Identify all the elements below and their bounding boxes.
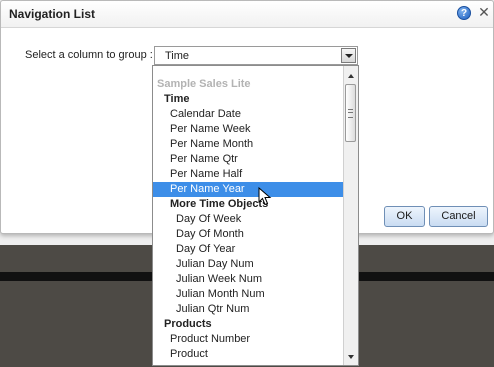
grip-icon xyxy=(348,109,353,118)
column-item[interactable]: Julian Week Num xyxy=(153,272,343,287)
mouse-pointer-icon xyxy=(258,187,272,206)
dialog-titlebar[interactable]: Navigation List ? ✕ xyxy=(1,1,493,28)
group-column-select-value: Time xyxy=(165,50,190,62)
dialog-title: Navigation List xyxy=(9,7,96,21)
subject-area-header: Sample Sales Lite xyxy=(157,78,251,90)
column-dropdown-list[interactable]: Sample Sales Lite Time Calendar Date Per Na… xyxy=(152,65,359,366)
close-icon[interactable]: ✕ xyxy=(477,5,491,19)
column-item[interactable]: Julian Qtr Num xyxy=(153,302,343,317)
group-column-select[interactable]: Time xyxy=(154,46,358,65)
column-item[interactable]: Product Number xyxy=(153,332,343,347)
column-item[interactable]: Day Of Month xyxy=(153,227,343,242)
folder-item[interactable]: More Time Objects xyxy=(153,197,343,212)
dropdown-items: Sample Sales Lite Time Calendar Date Per Na… xyxy=(153,77,343,362)
column-item[interactable]: Product xyxy=(153,347,343,362)
scroll-up-arrow-icon[interactable] xyxy=(344,69,358,83)
column-item[interactable]: Per Name Month xyxy=(153,137,343,152)
column-item[interactable]: Per Name Half xyxy=(153,167,343,182)
scroll-thumb[interactable] xyxy=(345,84,356,142)
column-item[interactable]: Per Name Qtr xyxy=(153,152,343,167)
column-item[interactable]: Day Of Week xyxy=(153,212,343,227)
dropdown-scrollbar[interactable] xyxy=(343,66,358,365)
chevron-down-icon[interactable] xyxy=(341,48,356,63)
help-icon[interactable]: ? xyxy=(457,6,471,20)
ok-button[interactable]: OK xyxy=(384,206,425,227)
folder-item[interactable]: Time xyxy=(153,92,343,107)
folder-item[interactable]: Products xyxy=(153,317,343,332)
column-item[interactable]: Calendar Date xyxy=(153,107,343,122)
scroll-down-arrow-icon[interactable] xyxy=(344,350,358,364)
group-column-label: Select a column to group : xyxy=(25,49,153,61)
column-item[interactable]: Day Of Year xyxy=(153,242,343,257)
column-item[interactable]: Julian Month Num xyxy=(153,287,343,302)
screen: Navigation List ? ✕ Select a column to g… xyxy=(0,0,494,367)
cancel-button[interactable]: Cancel xyxy=(429,206,488,227)
column-item[interactable]: Per Name Week xyxy=(153,122,343,137)
column-item[interactable]: Julian Day Num xyxy=(153,257,343,272)
column-item[interactable]: Per Name Year xyxy=(153,182,343,197)
